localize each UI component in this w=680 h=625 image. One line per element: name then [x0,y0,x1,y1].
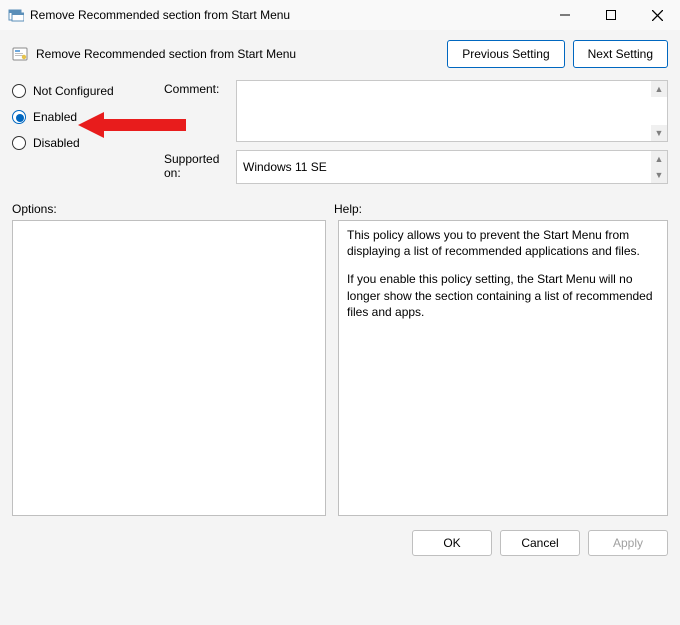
maximize-button[interactable] [588,0,634,30]
supported-on-value: Windows 11 SE [243,160,327,174]
comment-textarea[interactable]: ▲ ▼ [236,80,668,142]
minimize-button[interactable] [542,0,588,30]
options-label: Options: [12,202,334,216]
radio-label: Not Configured [33,84,114,98]
scroll-down-icon: ▼ [651,125,667,141]
header-title: Remove Recommended section from Start Me… [36,47,439,61]
header: Remove Recommended section from Start Me… [0,30,680,74]
scroll-down-icon: ▼ [651,167,667,183]
scroll-up-icon: ▲ [651,151,667,167]
radio-disabled[interactable]: Disabled [12,136,162,150]
window-title: Remove Recommended section from Start Me… [30,8,542,22]
policy-icon [12,46,28,62]
previous-setting-button[interactable]: Previous Setting [447,40,564,68]
cancel-button[interactable]: Cancel [500,530,580,556]
radio-enabled[interactable]: Enabled [12,110,162,124]
window-icon [8,7,24,23]
footer: OK Cancel Apply [0,516,680,570]
help-text: This policy allows you to prevent the St… [347,227,659,259]
scroll-up-icon: ▲ [651,81,667,97]
titlebar: Remove Recommended section from Start Me… [0,0,680,30]
apply-button: Apply [588,530,668,556]
supported-on-box: Windows 11 SE ▲ ▼ [236,150,668,184]
radio-not-configured[interactable]: Not Configured [12,84,162,98]
options-pane [12,220,326,516]
ok-button[interactable]: OK [412,530,492,556]
help-pane: This policy allows you to prevent the St… [338,220,668,516]
help-text: If you enable this policy setting, the S… [347,271,659,320]
next-setting-button[interactable]: Next Setting [573,40,668,68]
radio-label: Enabled [33,110,77,124]
help-label: Help: [334,202,362,216]
comment-label: Comment: [164,80,234,96]
supported-on-label: Supported on: [164,142,234,180]
close-button[interactable] [634,0,680,30]
radio-label: Disabled [33,136,80,150]
